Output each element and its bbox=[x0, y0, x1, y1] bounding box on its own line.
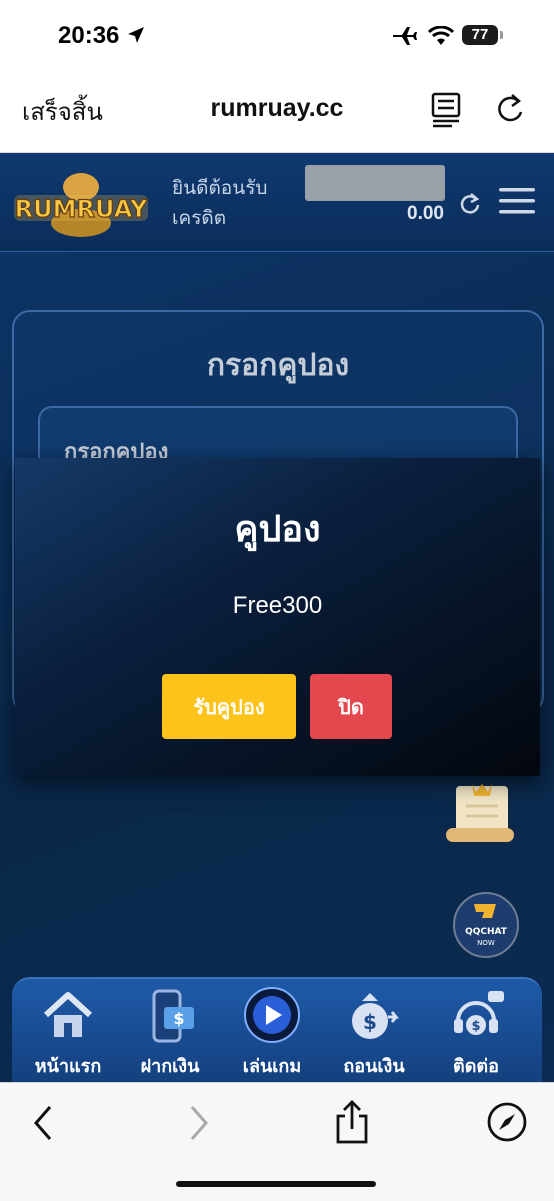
chat-badge-line2: NOW bbox=[477, 939, 495, 947]
welcome-text: ยินดีต้อนรับ bbox=[172, 177, 268, 199]
browser-bottom-toolbar bbox=[0, 1082, 554, 1201]
promo-scroll-icon[interactable] bbox=[444, 778, 516, 846]
status-time: 20:36 bbox=[58, 22, 120, 49]
nav-item-home[interactable]: หน้าแรก bbox=[18, 985, 118, 1081]
credit-value: 0.00 bbox=[407, 203, 444, 224]
nav-item-play[interactable]: เล่นเกม bbox=[222, 985, 322, 1081]
bottom-navigation: หน้าแรก $ ฝากเงิน เล่นเกม $ ถอนเงิน $ ติ… bbox=[12, 977, 542, 1084]
nav-item-deposit[interactable]: $ ฝากเงิน bbox=[120, 985, 220, 1081]
nav-label-home: หน้าแรก bbox=[34, 1056, 102, 1077]
battery-indicator: 77 bbox=[462, 25, 498, 45]
deposit-icon: $ bbox=[152, 989, 194, 1043]
browser-toolbar: เสร็จสิ้น rumruay.cc bbox=[0, 72, 554, 153]
nav-item-contact[interactable]: $ ติดต่อ bbox=[426, 985, 526, 1081]
claim-coupon-button[interactable]: รับคูปอง bbox=[162, 674, 296, 739]
chat-badge-line1: QQCHAT bbox=[465, 927, 508, 937]
credit-label: เครดิต bbox=[172, 207, 227, 229]
done-button[interactable]: เสร็จสิ้น bbox=[22, 92, 103, 131]
nav-label-withdraw: ถอนเงิน bbox=[343, 1056, 405, 1077]
rumruay-logo[interactable]: RUMRUAY bbox=[12, 165, 150, 243]
refresh-credit-icon[interactable] bbox=[458, 191, 482, 219]
svg-text:$: $ bbox=[471, 1019, 480, 1034]
reader-view-icon[interactable] bbox=[430, 90, 464, 132]
hamburger-menu-icon[interactable] bbox=[498, 185, 536, 221]
wifi-icon bbox=[427, 25, 455, 50]
nav-label-deposit: ฝากเงิน bbox=[140, 1056, 200, 1077]
modal-title: คูปอง bbox=[234, 509, 321, 550]
svg-text:$: $ bbox=[363, 1010, 377, 1034]
battery-tip bbox=[500, 31, 503, 39]
logo-text: RUMRUAY bbox=[15, 195, 148, 223]
nav-label-contact: ติดต่อ bbox=[453, 1056, 499, 1077]
home-indicator bbox=[176, 1181, 376, 1187]
status-bar: 20:36 77 bbox=[0, 0, 554, 72]
airplane-mode-icon bbox=[392, 26, 418, 50]
username-redacted bbox=[305, 165, 445, 201]
coupon-code: Free300 bbox=[232, 592, 323, 619]
nav-item-withdraw[interactable]: $ ถอนเงิน bbox=[324, 985, 424, 1081]
qqchat-badge[interactable]: QQCHAT NOW bbox=[450, 892, 522, 958]
nav-label-play: เล่นเกม bbox=[242, 1056, 302, 1077]
share-icon[interactable] bbox=[332, 1099, 372, 1149]
site-header: RUMRUAY ยินดีต้อนรับ เครดิต 0.00 bbox=[0, 153, 554, 253]
url-address[interactable]: rumruay.cc bbox=[211, 94, 344, 122]
svg-text:$: $ bbox=[173, 1009, 184, 1028]
close-modal-button[interactable]: ปิด bbox=[310, 674, 392, 739]
forward-arrow-icon[interactable] bbox=[186, 1103, 212, 1147]
home-icon bbox=[43, 992, 93, 1037]
location-arrow-icon bbox=[126, 25, 146, 49]
withdraw-icon: $ bbox=[352, 993, 400, 1039]
play-icon bbox=[244, 987, 300, 1043]
compass-icon[interactable] bbox=[486, 1101, 528, 1147]
reload-icon[interactable] bbox=[494, 90, 526, 132]
back-arrow-icon[interactable] bbox=[30, 1103, 56, 1147]
coupon-modal: คูปอง Free300 รับคูปอง ปิด bbox=[15, 458, 540, 776]
contact-icon: $ bbox=[454, 991, 504, 1035]
coupon-page-title: กรอกคูปอง bbox=[206, 348, 350, 383]
